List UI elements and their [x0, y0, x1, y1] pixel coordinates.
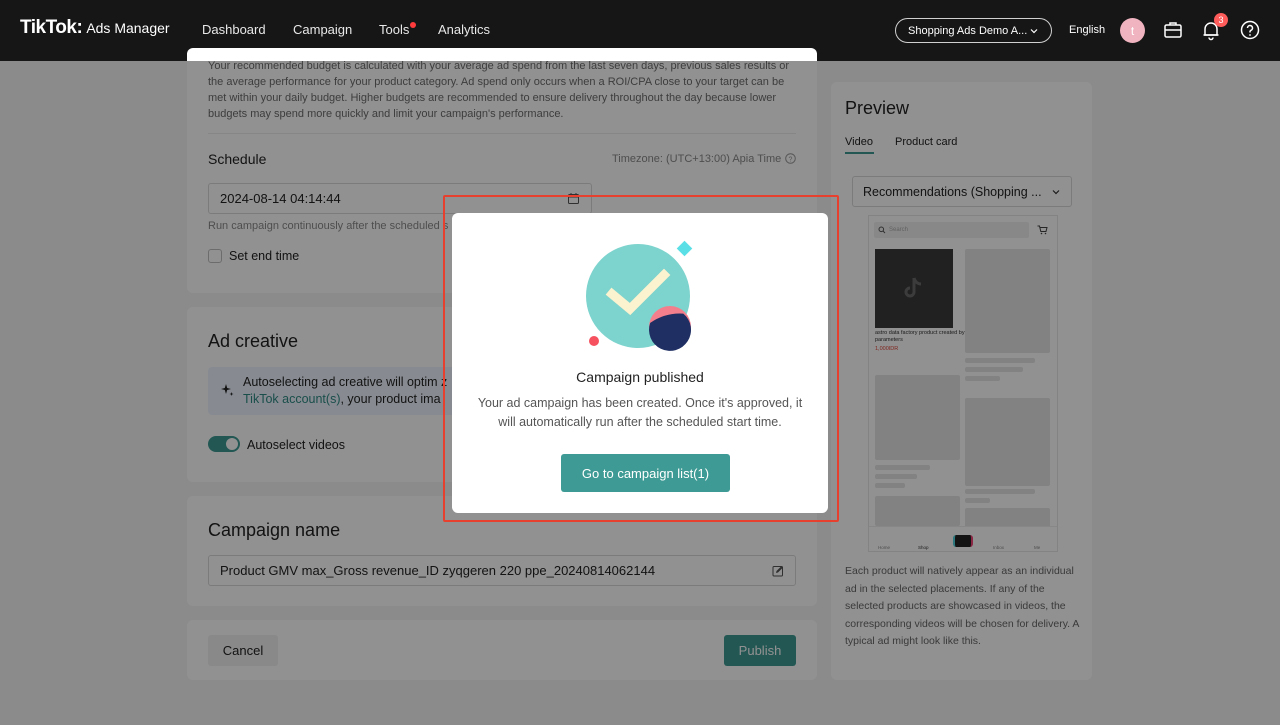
tiktok-ads-manager-logo[interactable]: TikTok : Ads Manager [20, 17, 170, 39]
language-selector[interactable]: English [1069, 24, 1105, 36]
notification-badge: 3 [1214, 13, 1228, 27]
go-to-campaign-list-button[interactable]: Go to campaign list(1) [561, 454, 730, 492]
account-name: Shopping Ads Demo A... [908, 24, 1028, 37]
go-to-campaign-list-label: Go to campaign list(1) [581, 465, 710, 481]
logo-sub: Ads Manager [86, 20, 170, 36]
dialog-title: Campaign published [576, 369, 704, 385]
dialog-message: Your ad campaign has been created. Once … [477, 396, 803, 429]
avatar[interactable]: t [1120, 18, 1145, 43]
success-illustration-icon [586, 240, 693, 351]
tools-notification-dot [410, 22, 416, 28]
nav-dashboard[interactable]: Dashboard [202, 22, 266, 37]
help-icon[interactable] [1239, 19, 1261, 41]
nav-analytics[interactable]: Analytics [438, 22, 490, 37]
nav-campaign[interactable]: Campaign [293, 22, 352, 37]
logo-main: TikTok [20, 17, 77, 38]
nav-tools[interactable]: Tools [379, 22, 409, 37]
chevron-down-icon [1030, 28, 1038, 33]
avatar-initial: t [1130, 23, 1135, 38]
campaign-published-dialog: Campaign published Your ad campaign has … [452, 213, 828, 513]
logo-separator: : [76, 17, 83, 38]
account-selector[interactable]: Shopping Ads Demo A... [895, 18, 1052, 43]
briefcase-icon[interactable] [1162, 19, 1184, 41]
